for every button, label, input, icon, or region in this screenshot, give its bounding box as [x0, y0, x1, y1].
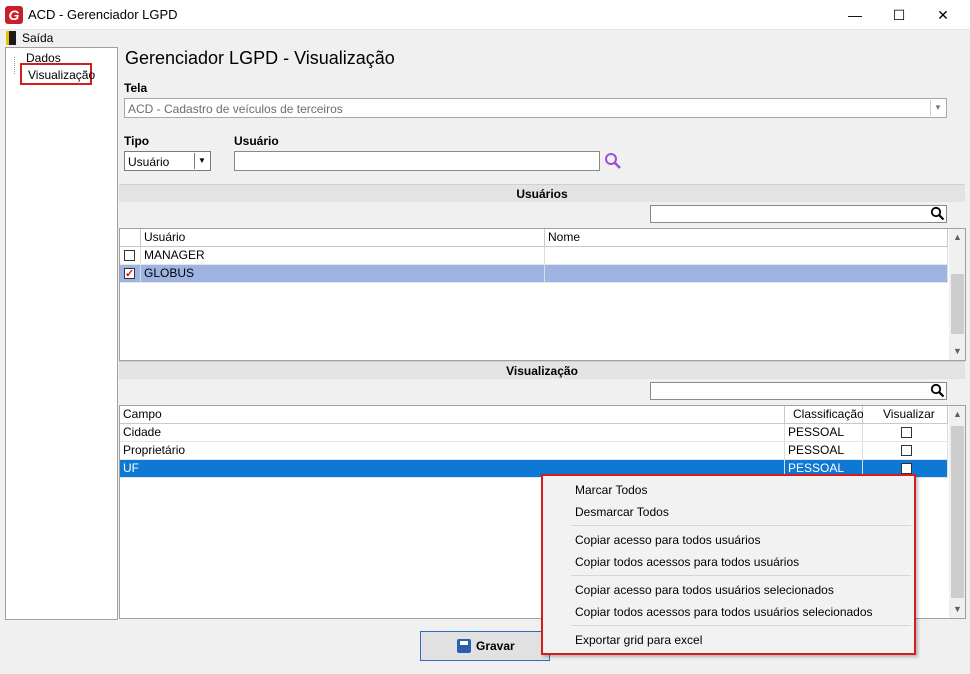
context-menu: Marcar Todos Desmarcar Todos Copiar aces…	[541, 474, 916, 655]
tela-select[interactable]: ACD - Cadastro de veículos de terceiros …	[124, 98, 947, 118]
usuarios-grid: Usuário Nome MANAGER GLOBUS ▲ ▼	[119, 228, 966, 361]
row-checkbox-checked[interactable]	[124, 266, 135, 283]
menu-bar	[0, 30, 970, 47]
app-logo-icon: G	[5, 6, 23, 24]
grid-header-campo[interactable]: Campo	[120, 406, 785, 424]
search-icon[interactable]	[604, 152, 622, 170]
grid-header-nome[interactable]: Nome	[545, 229, 948, 247]
menu-item-copiar-acesso-selecionados[interactable]: Copiar acesso para todos usuários seleci…	[575, 583, 834, 597]
grid-header-check	[120, 229, 141, 247]
table-cell-campo[interactable]: Proprietário	[120, 442, 785, 460]
table-cell-classificacao[interactable]: PESSOAL	[785, 424, 863, 442]
tree-connector	[14, 57, 15, 74]
save-button-label: Gravar	[476, 639, 515, 653]
menu-item-marcar-todos[interactable]: Marcar Todos	[575, 483, 647, 497]
chevron-down-icon[interactable]: ▼	[949, 601, 965, 618]
scrollbar-thumb[interactable]	[951, 274, 964, 334]
table-cell-usuario[interactable]: GLOBUS	[141, 265, 545, 283]
grid-header-classificacao[interactable]: Classificação	[785, 406, 864, 424]
search-icon[interactable]	[930, 383, 945, 398]
visualizacao-filter-input[interactable]	[650, 382, 947, 400]
grid-header-usuario[interactable]: Usuário	[141, 229, 545, 247]
menu-item-copiar-todos-acessos-selecionados[interactable]: Copiar todos acessos para todos usuários…	[575, 605, 873, 619]
table-cell-campo[interactable]: Cidade	[120, 424, 785, 442]
chevron-down-icon[interactable]: ▼	[949, 343, 965, 360]
page-title: Gerenciador LGPD - Visualização	[125, 48, 395, 68]
table-cell-nome[interactable]	[545, 247, 948, 265]
visualizar-checkbox[interactable]	[901, 463, 912, 474]
table-cell-usuario[interactable]: MANAGER	[141, 247, 545, 265]
visualizar-checkbox[interactable]	[901, 445, 912, 456]
window-title: ACD - Gerenciador LGPD	[28, 7, 178, 22]
grid-header-visualizar[interactable]: Visualizar	[863, 406, 948, 424]
usuario-input[interactable]	[234, 151, 600, 171]
menu-separator	[571, 625, 911, 626]
table-cell-nome[interactable]	[545, 265, 948, 283]
usuarios-section-header: Usuários	[119, 184, 965, 202]
table-cell-visualizar	[863, 442, 948, 460]
chevron-up-icon[interactable]: ▲	[949, 406, 965, 423]
table-cell-visualizar	[863, 424, 948, 442]
navigation-tree	[5, 47, 118, 620]
minimize-button[interactable]: —	[832, 0, 878, 30]
tipo-select-value: Usuário	[128, 155, 170, 169]
menu-item-copiar-acesso-todos[interactable]: Copiar acesso para todos usuários	[575, 533, 760, 547]
tipo-label: Tipo	[124, 134, 150, 148]
menu-item-desmarcar-todos[interactable]: Desmarcar Todos	[575, 505, 669, 519]
usuarios-filter-input[interactable]	[650, 205, 947, 223]
menu-exit[interactable]: Saída	[22, 31, 53, 45]
table-row-check-cell	[120, 247, 141, 265]
search-icon[interactable]	[930, 206, 945, 221]
maximize-button[interactable]: ☐	[876, 0, 922, 30]
table-row-check-cell	[120, 265, 141, 283]
chevron-down-icon: ▼	[194, 153, 209, 169]
table-cell-classificacao[interactable]: PESSOAL	[785, 442, 863, 460]
tela-select-value: ACD - Cadastro de veículos de terceiros	[128, 102, 343, 116]
visualizacao-scrollbar[interactable]: ▲ ▼	[949, 406, 965, 618]
menu-item-exportar-excel[interactable]: Exportar grid para excel	[575, 633, 702, 647]
tela-label: Tela	[124, 81, 148, 95]
usuario-label: Usuário	[234, 134, 279, 148]
usuarios-scrollbar[interactable]: ▲ ▼	[949, 229, 965, 360]
chevron-up-icon[interactable]: ▲	[949, 229, 965, 246]
visualizacao-section-header: Visualização	[119, 361, 965, 379]
close-button[interactable]: ✕	[920, 0, 966, 30]
tree-item-visualizacao[interactable]: Visualização	[20, 63, 95, 85]
menu-separator	[571, 525, 911, 526]
row-checkbox[interactable]	[124, 250, 135, 261]
floppy-disk-icon	[457, 639, 471, 653]
menu-separator	[571, 575, 911, 576]
tipo-select[interactable]: Usuário ▼	[124, 151, 211, 171]
scrollbar-thumb[interactable]	[951, 426, 964, 598]
chevron-down-icon: ▼	[930, 100, 945, 116]
visualizar-checkbox[interactable]	[901, 427, 912, 438]
menu-item-copiar-todos-acessos-todos[interactable]: Copiar todos acessos para todos usuários	[575, 555, 799, 569]
exit-door-icon	[6, 31, 16, 45]
save-button[interactable]: Gravar	[420, 631, 550, 661]
